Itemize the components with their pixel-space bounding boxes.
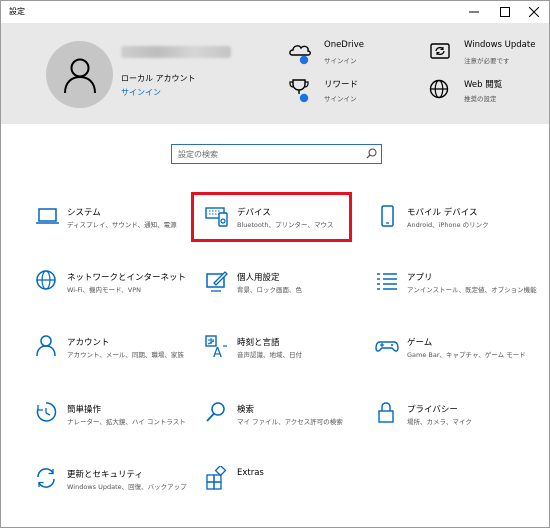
user-name-blurred [121, 46, 231, 58]
windows-update-sub: 注意が必要です [464, 57, 510, 65]
sync-icon [37, 468, 55, 488]
window-title: 設定 [9, 7, 25, 16]
title-bar: 設定 [1, 1, 549, 23]
tile-subtitle: アンインストール、既定値、オプション機能 [407, 286, 537, 294]
tile-subtitle: 背景、ロック画面、色 [237, 286, 302, 294]
tile-subtitle: 音声認識、地域、日付 [237, 351, 302, 359]
tile-title: ネットワークとインターネット [67, 273, 187, 283]
account-header: ローカル アカウント サインイン OneDrive サインイン Windows … [1, 23, 549, 124]
rewards-title: リワード [324, 80, 359, 90]
windows-update-title: Windows Update [464, 40, 536, 50]
globe-icon [429, 79, 449, 99]
web-browsing-title: Web 閲覧 [464, 80, 503, 90]
magnifier-icon [206, 402, 225, 422]
tile-title: Extras [237, 468, 264, 478]
tile-accounts[interactable]: アカウント アカウント、メール、同期、職場、家族 [35, 334, 205, 374]
tile-network[interactable]: ネットワークとインターネット Wi-Fi、機内モード、VPN [35, 269, 205, 309]
close-icon [529, 7, 539, 17]
account-type-label: ローカル アカウント [121, 74, 196, 83]
search-placeholder: 設定の検索 [178, 150, 218, 159]
tile-search[interactable]: 検索 マイ ファイル、アクセス許可の検索 [205, 401, 375, 441]
tile-ease-of-access[interactable]: 簡単操作 ナレーター、拡大鏡、ハイ コントラスト [35, 401, 205, 441]
tile-update-security[interactable]: 更新とセキュリティ Windows Update、回復、バックアップ [35, 466, 205, 506]
tile-subtitle: Wi-Fi、機内モード、VPN [67, 286, 141, 294]
maximize-icon [500, 7, 510, 17]
tile-title: ゲーム [407, 338, 433, 348]
header-item-rewards[interactable]: リワード サインイン [288, 77, 398, 107]
tile-privacy[interactable]: プライバシー 場所、カメラ、マイク [375, 401, 545, 441]
tile-subtitle: 場所、カメラ、マイク [407, 418, 472, 426]
onedrive-title: OneDrive [324, 40, 364, 50]
tile-title: システム [67, 208, 101, 218]
header-item-web-browsing[interactable]: Web 閲覧 推奨の設定 [428, 77, 543, 107]
web-browsing-sub: 推奨の設定 [464, 95, 497, 103]
time-language-icon: A [205, 335, 227, 360]
laptop-icon [36, 208, 59, 224]
onedrive-sub: サインイン [324, 57, 357, 65]
lock-icon [378, 402, 394, 423]
tile-extras[interactable]: Extras [205, 466, 375, 506]
tile-personalization[interactable]: 個人用設定 背景、ロック画面、色 [205, 269, 375, 309]
user-icon [63, 58, 96, 93]
tile-title: 簡単操作 [67, 405, 102, 415]
tile-gaming[interactable]: ゲーム Game Bar、キャプチャ、ゲーム モード [375, 334, 545, 374]
status-dot [299, 93, 309, 103]
tile-subtitle: Android、iPhone のリンク [407, 221, 489, 229]
svg-text:A: A [213, 346, 222, 360]
tile-subtitle: アカウント、メール、同期、職場、家族 [67, 351, 184, 359]
tile-title: アプリ [407, 273, 433, 283]
header-item-onedrive[interactable]: OneDrive サインイン [288, 39, 398, 69]
tile-subtitle: マイ ファイル、アクセス許可の検索 [237, 418, 343, 426]
minimize-icon [469, 11, 479, 13]
avatar[interactable] [46, 41, 113, 108]
header-item-windows-update[interactable]: Windows Update 注意が必要です [428, 39, 543, 69]
tile-system[interactable]: システム ディスプレイ、サウンド、通知、電源 [35, 204, 205, 244]
globe-icon [36, 270, 56, 290]
devices-highlight-box [191, 192, 352, 242]
tile-title: 個人用設定 [237, 273, 280, 283]
apps-list-icon [377, 273, 397, 290]
tile-subtitle: ナレーター、拡大鏡、ハイ コントラスト [67, 418, 186, 426]
paint-icon [206, 271, 228, 292]
trophy-icon [289, 79, 309, 103]
search-input[interactable]: 設定の検索 [171, 144, 382, 164]
tile-title: アカウント [67, 338, 110, 348]
tile-apps[interactable]: アプリ アンインストール、既定値、オプション機能 [375, 269, 545, 309]
rewards-sub: サインイン [324, 95, 357, 103]
signin-link[interactable]: サインイン [121, 87, 161, 98]
ease-of-access-icon [36, 402, 57, 422]
tile-title: 時刻と言語 [237, 338, 280, 348]
extras-icon [206, 466, 227, 490]
gamepad-icon [375, 341, 399, 352]
person-icon [36, 335, 56, 357]
phone-icon [381, 205, 394, 227]
close-button[interactable] [519, 1, 549, 23]
maximize-button[interactable] [490, 1, 520, 23]
tile-subtitle: Windows Update、回復、バックアップ [67, 483, 187, 491]
status-dot [299, 55, 309, 65]
search-icon [366, 148, 377, 159]
tile-subtitle: Game Bar、キャプチャ、ゲーム モード [407, 351, 526, 359]
settings-window: 設定 ローカル アカウント サインイン OneDrive サインイン Windo… [0, 0, 550, 528]
tile-time-language[interactable]: A 時刻と言語 音声認識、地域、日付 [205, 334, 375, 374]
cloud-icon [289, 45, 311, 65]
minimize-button[interactable] [459, 1, 489, 23]
tile-title: プライバシー [407, 405, 458, 415]
tile-phone[interactable]: モバイル デバイス Android、iPhone のリンク [375, 204, 545, 244]
tile-title: 検索 [237, 405, 255, 415]
update-warning-icon [430, 43, 450, 59]
tile-title: 更新とセキュリティ [67, 470, 143, 480]
tile-subtitle: ディスプレイ、サウンド、通知、電源 [67, 221, 177, 229]
tile-title: モバイル デバイス [407, 208, 478, 218]
